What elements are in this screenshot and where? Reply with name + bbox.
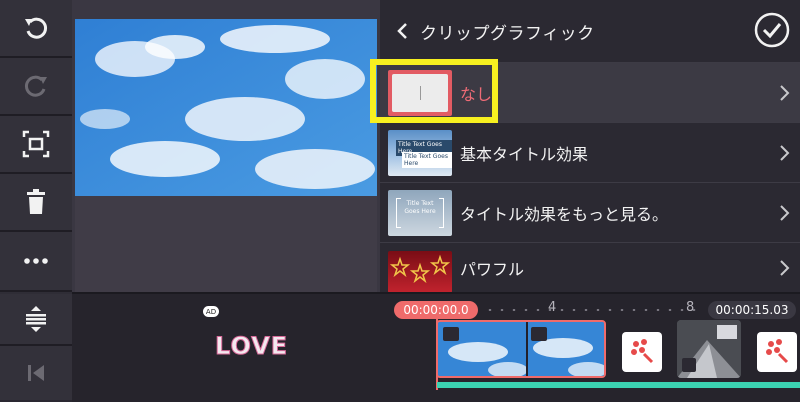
thumb-text: Title Text [406, 200, 434, 207]
timeline[interactable]: AD LOVE 00:00:00.0 4 8 00:00:15.03 [72, 292, 800, 402]
back-arrow-icon[interactable] [394, 22, 412, 40]
list-item-more-title-effects[interactable]: Title Text Goes Here タイトル効果をもっと見る。 [380, 182, 800, 243]
crop-icon [22, 130, 50, 158]
list-item-label: 基本タイトル効果 [460, 145, 589, 164]
image-clip-icon [443, 327, 459, 341]
panel-title: クリップグラフィック [420, 23, 595, 44]
expand-vertical-icon [26, 306, 46, 332]
timeline-controls [0, 292, 72, 400]
delete-button[interactable] [0, 174, 72, 232]
list-item-powerful[interactable]: パワフル [380, 242, 800, 293]
crop-button[interactable] [0, 116, 72, 174]
thumb-text: Goes Here [404, 208, 436, 215]
list-item-basic-title[interactable]: Title Text Goes Here Title Text Goes Her… [380, 122, 800, 183]
basic-title-thumbnail: Title Text Goes Here Title Text Goes Her… [388, 130, 452, 176]
clip-thumbnail [438, 322, 604, 376]
preview-background [75, 196, 377, 292]
selection-highlight [370, 59, 498, 123]
left-toolbar [0, 0, 72, 292]
transition-button[interactable] [622, 332, 662, 372]
more-icon [24, 258, 48, 264]
more-titles-thumbnail: Title Text Goes Here [388, 190, 452, 236]
chevron-right-icon [780, 85, 790, 101]
total-time: 00:00:15.03 [708, 301, 796, 319]
transition-button[interactable] [757, 332, 797, 372]
powerful-thumbnail [388, 251, 452, 293]
ruler-mark: 4 [548, 300, 557, 315]
video-clip[interactable] [677, 320, 741, 378]
skip-to-start-button[interactable] [0, 346, 72, 400]
magic-wand-icon [766, 339, 789, 364]
ad-love-text[interactable]: LOVE [214, 332, 288, 361]
delete-icon [27, 189, 45, 214]
current-time: 00:00:00.0 [394, 301, 478, 319]
skip-start-icon [28, 365, 44, 381]
video-clip-selected[interactable] [436, 320, 606, 378]
ruler-dots [484, 309, 704, 311]
redo-button[interactable] [0, 58, 72, 116]
image-clip-icon [531, 327, 547, 341]
undo-icon [25, 17, 48, 39]
ruler-mark: 8 [686, 300, 695, 315]
chevron-right-icon [780, 260, 790, 276]
chevron-right-icon [780, 145, 790, 161]
confirm-check-icon[interactable] [754, 12, 790, 48]
clip-graphics-panel: クリップグラフィック なし Title Text Goes Here Title… [380, 0, 800, 293]
video-preview[interactable] [75, 19, 377, 196]
audio-track-bar[interactable] [437, 382, 800, 388]
star-icon [389, 254, 451, 284]
expand-timeline-button[interactable] [0, 294, 72, 346]
ad-badge: AD [203, 306, 219, 317]
list-item-label: タイトル効果をもっと見る。 [460, 205, 669, 224]
thumb-text: Title Text Goes Here [402, 152, 452, 168]
chevron-right-icon [780, 205, 790, 221]
list-item-label: パワフル [460, 260, 525, 279]
undo-button[interactable] [0, 0, 72, 58]
panel-header: クリップグラフィック [380, 0, 800, 62]
more-button[interactable] [0, 232, 72, 292]
clip-type-icon [682, 358, 696, 372]
magic-wand-icon [631, 339, 654, 364]
redo-icon [24, 75, 47, 97]
sky-image [75, 19, 377, 196]
